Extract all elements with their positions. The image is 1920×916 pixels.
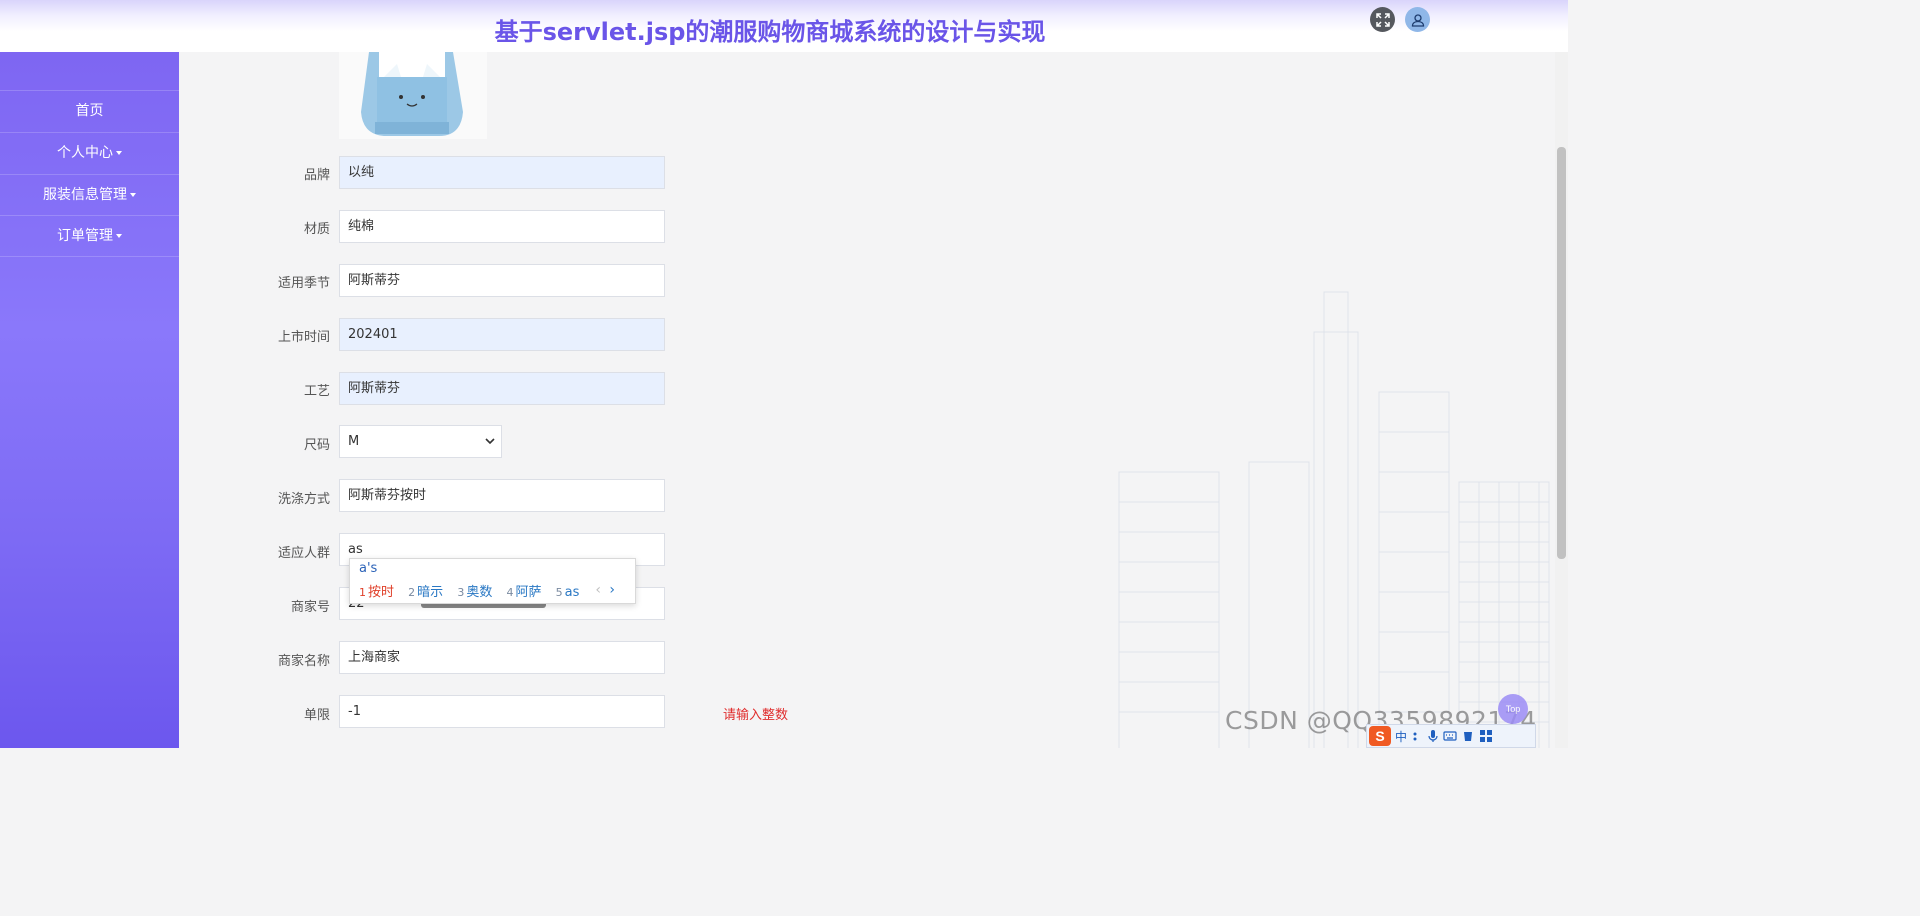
user-icon [1411, 13, 1424, 27]
product-image [339, 52, 487, 139]
sidebar-item-personal-center[interactable]: 个人中心 [0, 132, 179, 173]
punctuation-icon[interactable] [1411, 729, 1423, 743]
fullscreen-icon [1375, 12, 1390, 27]
validation-error-message: 请输入整数 [723, 708, 789, 723]
washing-method-label: 洗涤方式 [277, 492, 330, 507]
release-date-label: 上市时间 [277, 330, 330, 345]
main-content: 品牌 以纯 材质 纯棉 适用季节 阿斯蒂芬 上市时间 202401 工艺 阿斯蒂… [179, 52, 1555, 748]
ime-candidate[interactable]: 4 阿萨 [506, 581, 541, 600]
order-limit-input[interactable]: -1 [339, 695, 665, 728]
sidebar-item-label: 首页 [75, 103, 104, 119]
season-input[interactable]: 阿斯蒂芬 [339, 264, 665, 297]
brand-label: 品牌 [303, 168, 330, 183]
sidebar-item-clothing-management[interactable]: 服装信息管理 [0, 174, 179, 215]
material-label: 材质 [303, 222, 330, 237]
size-select-value: M [348, 434, 360, 449]
ime-candidate-window: a's 1 按时 2 暗示 3 奥数 4 阿萨 5 as ‹ › [349, 558, 636, 604]
top-header: 基于servlet.jsp的潮服购物商城系统的设计与实现 [0, 0, 1568, 52]
release-date-input[interactable]: 202401 [339, 318, 665, 351]
city-background-image [1118, 291, 1550, 748]
ime-candidate[interactable]: 2 暗示 [408, 581, 443, 600]
size-select[interactable]: M [339, 425, 502, 458]
ime-page-nav: ‹ › [595, 582, 615, 598]
sidebar-item-home[interactable]: 首页 [0, 90, 179, 131]
microphone-icon[interactable] [1427, 729, 1439, 743]
ime-candidate-list: 1 按时 2 暗示 3 奥数 4 阿萨 5 as [359, 581, 589, 600]
sidebar-item-label: 个人中心 [57, 145, 113, 161]
ime-candidate[interactable]: 5 as [556, 585, 580, 600]
sidebar-item-label: 订单管理 [57, 228, 113, 244]
fullscreen-button[interactable] [1370, 7, 1395, 32]
sogou-logo-icon[interactable]: S [1369, 726, 1391, 746]
keyboard-icon[interactable] [1443, 729, 1457, 743]
ime-toolbar: S 中 [1366, 724, 1536, 748]
ime-next-page[interactable]: › [609, 582, 615, 598]
skin-icon[interactable] [1461, 729, 1475, 743]
ime-candidate[interactable]: 3 奥数 [457, 581, 492, 600]
size-label: 尺码 [303, 438, 330, 453]
ime-prev-page[interactable]: ‹ [595, 582, 601, 598]
season-label: 适用季节 [277, 276, 330, 291]
material-input[interactable]: 纯棉 [339, 210, 665, 243]
merchant-name-input[interactable]: 上海商家 [339, 641, 665, 674]
sidebar: 首页 个人中心 服装信息管理 订单管理 [0, 52, 179, 748]
brand-input[interactable]: 以纯 [339, 156, 665, 189]
craft-input[interactable]: 阿斯蒂芬 [339, 372, 665, 405]
washing-method-input[interactable]: 阿斯蒂芬按时 [339, 479, 665, 512]
order-limit-label: 单限 [303, 708, 330, 723]
caret-down-icon [116, 151, 122, 155]
user-menu-button[interactable] [1405, 7, 1430, 32]
sidebar-item-order-management[interactable]: 订单管理 [0, 215, 179, 257]
caret-down-icon [116, 234, 122, 238]
target-audience-label: 适应人群 [277, 546, 330, 561]
back-to-top-button[interactable]: Top [1498, 694, 1528, 724]
chevron-down-icon [485, 438, 495, 445]
merchant-id-label: 商家号 [290, 600, 330, 615]
apps-grid-icon[interactable] [1479, 729, 1493, 743]
scrollbar-thumb[interactable] [1557, 147, 1566, 559]
ime-candidate[interactable]: 1 按时 [359, 581, 394, 600]
craft-label: 工艺 [303, 384, 330, 399]
page-title: 基于servlet.jsp的潮服购物商城系统的设计与实现 [494, 18, 1046, 46]
caret-down-icon [130, 193, 136, 197]
ime-composition: a's [359, 561, 378, 576]
ime-language-toggle[interactable]: 中 [1395, 728, 1407, 745]
sidebar-item-label: 服装信息管理 [43, 187, 127, 203]
merchant-name-label: 商家名称 [277, 654, 330, 669]
page-scrollbar[interactable] [1555, 52, 1568, 748]
